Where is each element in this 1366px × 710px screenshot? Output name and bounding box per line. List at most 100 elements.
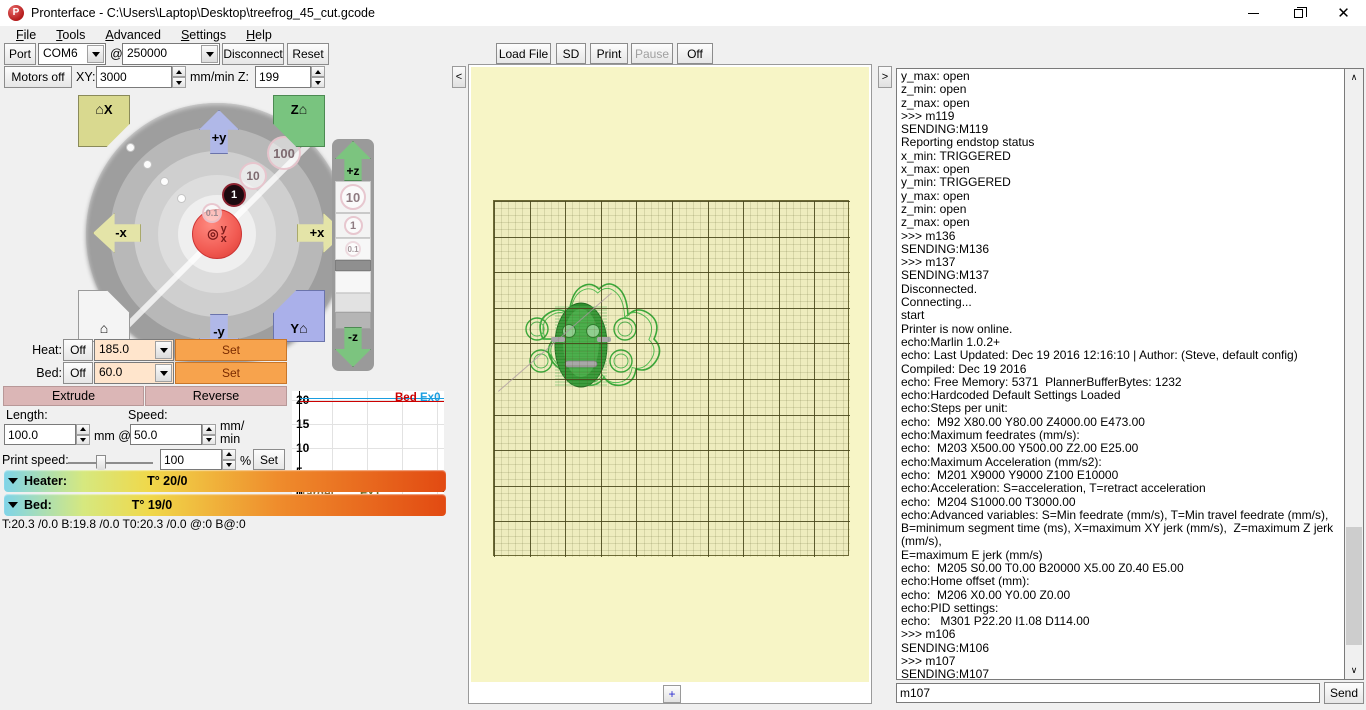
print-button[interactable]: Print	[590, 43, 628, 64]
chevron-down-icon[interactable]	[87, 45, 104, 63]
z-band-2[interactable]	[335, 271, 371, 293]
stepper-down[interactable]	[311, 77, 325, 88]
jog-z-plus-button[interactable]: +z	[335, 141, 371, 181]
home-y-button[interactable]: Y⌂	[273, 290, 325, 342]
jog-x-minus-button[interactable]: -x	[93, 213, 141, 253]
scrollbar-thumb[interactable]	[1346, 527, 1362, 645]
close-button[interactable]: ✕	[1321, 0, 1366, 26]
maximize-button[interactable]	[1276, 0, 1321, 26]
jog-z-step-10[interactable]: 10	[335, 181, 371, 213]
gcode-viewer[interactable]: +	[468, 64, 872, 704]
z-feedrate-stepper[interactable]	[311, 66, 325, 88]
reset-button[interactable]: Reset	[287, 43, 329, 65]
console-line: echo:Steps per unit:	[901, 401, 1008, 416]
bed-set-button[interactable]: Set	[175, 362, 287, 384]
jog-y-plus-button[interactable]: +y	[199, 110, 239, 154]
collapse-caret-icon[interactable]	[8, 502, 18, 508]
reverse-button[interactable]: Reverse	[145, 386, 287, 406]
xy-feedrate-input[interactable]	[96, 66, 172, 88]
collapse-right-panel-button[interactable]: >	[878, 66, 892, 88]
console-log[interactable]: y_max: open z_min: open z_max: open >>> m11…	[896, 68, 1344, 680]
bed-off-button[interactable]: Off	[63, 362, 93, 384]
console-line: echo:Hardcoded Default Settings Loaded	[901, 388, 1121, 403]
extrude-length-stepper[interactable]	[76, 424, 90, 445]
minimize-icon	[1248, 12, 1259, 14]
chevron-down-icon[interactable]	[201, 45, 218, 63]
stepper-down[interactable]	[222, 459, 236, 470]
home-all-button[interactable]: ⌂	[78, 290, 130, 342]
bed-temp-select[interactable]: 60.0	[94, 362, 174, 384]
menu-file[interactable]: FFileile	[6, 27, 46, 43]
menu-help[interactable]: Help	[236, 27, 282, 43]
sd-button[interactable]: SD	[556, 43, 586, 64]
jog-z-step-1[interactable]: 1	[335, 213, 371, 238]
stepper-down[interactable]	[202, 434, 216, 445]
stepper-up[interactable]	[311, 66, 325, 77]
console-line: Compiled: Dec 19 2016	[901, 361, 1027, 376]
heat-temp-select[interactable]: 185.0	[94, 339, 174, 361]
port-label-button[interactable]: Port	[4, 43, 36, 65]
extrude-speed-stepper[interactable]	[202, 424, 216, 445]
menu-tools[interactable]: Tools	[46, 27, 95, 43]
home-x-button[interactable]: ⌂X	[78, 95, 130, 147]
motors-off-button[interactable]: Motors off	[4, 66, 72, 88]
jog-z-step-0.1[interactable]: 0.1	[335, 238, 371, 260]
jog-step-1[interactable]: 1	[222, 183, 246, 207]
xy-feedrate-stepper[interactable]	[172, 66, 186, 88]
jog-z-minus-button[interactable]: -z	[335, 327, 371, 367]
stepper-up[interactable]	[172, 66, 186, 77]
port-select[interactable]: COM6	[38, 43, 106, 65]
xy-feedrate-label: XY:	[76, 70, 96, 84]
send-button[interactable]: Send	[1324, 682, 1364, 704]
load-file-button[interactable]: Load File	[496, 43, 551, 64]
menu-settings[interactable]: Settings	[171, 27, 236, 43]
console-line: SENDING:M137	[901, 268, 990, 283]
z-band-3[interactable]	[335, 293, 371, 312]
console-line: z_max: open	[901, 95, 970, 110]
print-speed-set-button[interactable]: Set	[253, 449, 285, 470]
extrude-length-input[interactable]	[4, 424, 76, 445]
jog-step-10[interactable]: 10	[239, 162, 267, 190]
stepper-down[interactable]	[76, 434, 90, 445]
menu-advanced[interactable]: Advanced	[95, 27, 171, 43]
jog-x-minus-label: -x	[115, 225, 127, 240]
z-band-4[interactable]	[335, 312, 371, 329]
z-feedrate-input[interactable]	[255, 66, 311, 88]
jog-step-0.1[interactable]: 0.1	[202, 203, 222, 223]
extrude-speed-input[interactable]	[130, 424, 202, 445]
bed-status-bar[interactable]: Bed: T° 19/0	[4, 494, 446, 516]
zoom-in-button[interactable]: +	[663, 685, 681, 703]
print-speed-stepper[interactable]	[222, 449, 236, 470]
scroll-down-button[interactable]: ∨	[1345, 662, 1363, 679]
gcode-canvas[interactable]	[471, 67, 869, 682]
console-scrollbar[interactable]: ∧ ∨	[1344, 68, 1364, 680]
stepper-up[interactable]	[76, 424, 90, 435]
chevron-down-icon[interactable]	[155, 364, 172, 382]
extrude-button[interactable]: Extrude	[3, 386, 144, 406]
home-z-button[interactable]: Z⌂	[273, 95, 325, 147]
print-bed[interactable]	[493, 200, 850, 557]
heat-set-button[interactable]: Set	[175, 339, 287, 361]
stepper-down[interactable]	[172, 77, 186, 88]
stepper-up[interactable]	[202, 424, 216, 435]
stepper-up[interactable]	[222, 449, 236, 460]
minimize-button[interactable]	[1231, 0, 1276, 26]
disconnect-button[interactable]: Disconnect	[222, 43, 284, 65]
heat-off-button[interactable]: Off	[63, 339, 93, 361]
command-input[interactable]	[896, 683, 1320, 703]
off-button[interactable]: Off	[677, 43, 713, 64]
console-line: echo:Advanced variables: S=Min feedrate …	[901, 507, 1329, 522]
print-speed-slider[interactable]	[68, 455, 153, 473]
baudrate-select[interactable]: 250000	[122, 43, 220, 65]
bed-gridline-major	[494, 307, 850, 309]
speed-label: Speed:	[128, 408, 168, 422]
heater-status-bar[interactable]: Heater: T° 20/0	[4, 470, 446, 492]
chevron-down-icon[interactable]	[155, 341, 172, 359]
console-line: y_min: TRIGGERED	[901, 175, 1011, 190]
z-jog-column[interactable]: +z 10 1 0.1 -z	[332, 139, 374, 371]
z-band-1[interactable]	[335, 260, 371, 271]
print-speed-input[interactable]	[160, 449, 222, 470]
scroll-up-button[interactable]: ∧	[1345, 69, 1363, 86]
collapse-caret-icon[interactable]	[8, 478, 18, 484]
collapse-left-panel-button[interactable]: <	[452, 66, 466, 88]
